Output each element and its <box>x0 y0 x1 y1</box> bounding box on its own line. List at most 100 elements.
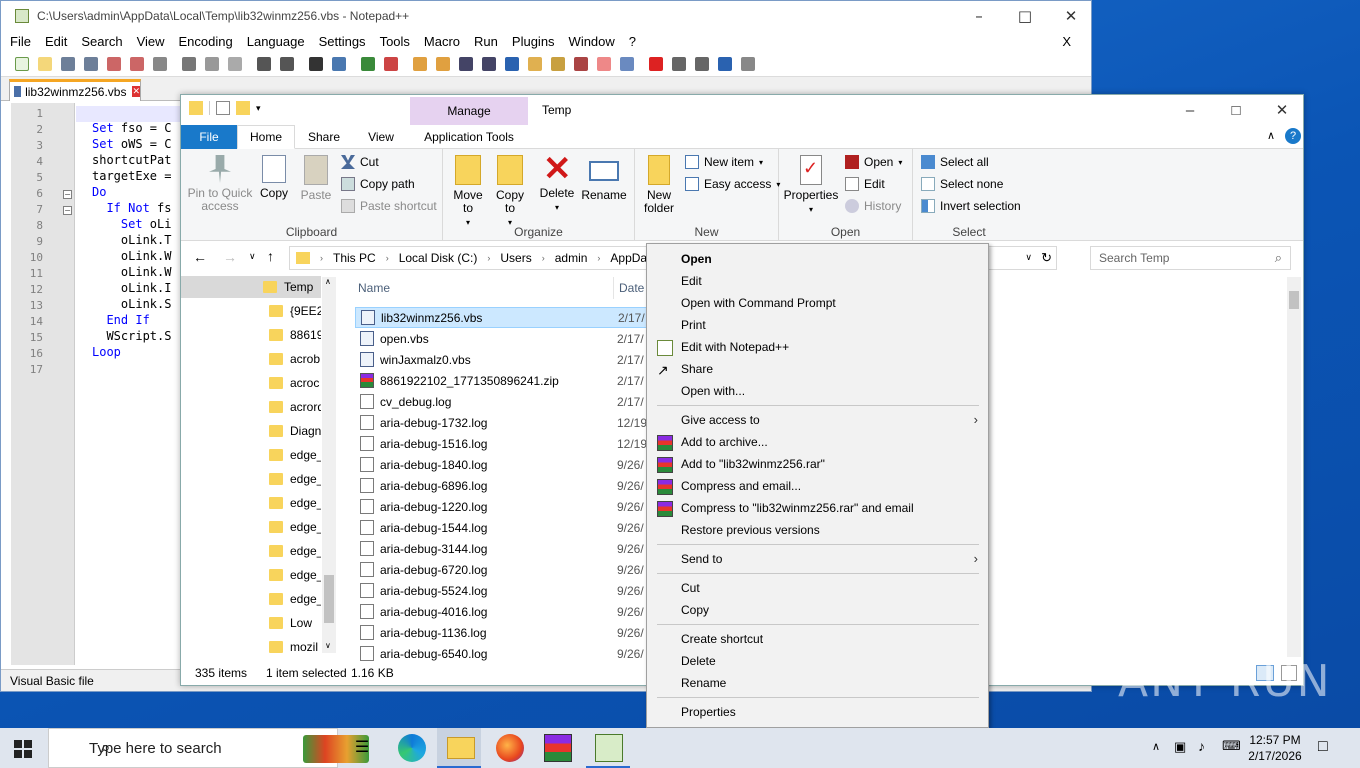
file-row[interactable]: aria-debug-1220.log 9/26/ <box>355 496 647 517</box>
udl-icon[interactable] <box>528 56 542 71</box>
close-all-icon[interactable] <box>130 56 144 71</box>
ctx-cut[interactable]: Cut <box>681 577 700 599</box>
start-button[interactable] <box>14 740 32 758</box>
new-file-icon[interactable] <box>15 56 29 71</box>
tab-file[interactable]: File <box>181 125 237 149</box>
explorer-close-button[interactable]: ✕ <box>1259 95 1305 125</box>
rename-button[interactable]: Rename <box>581 155 627 202</box>
ctx-share[interactable]: Share <box>681 358 713 380</box>
file-row[interactable]: aria-debug-6720.log 9/26/ <box>355 559 647 580</box>
menu-window[interactable]: Window <box>569 34 615 49</box>
all-chars-icon[interactable] <box>482 56 496 71</box>
ctx-restore-versions[interactable]: Restore previous versions <box>681 519 820 541</box>
notifications-icon[interactable]: □ <box>1318 738 1328 756</box>
col-name[interactable]: Name <box>358 281 390 295</box>
file-row[interactable]: lib32winmz256.vbs 2/17/ <box>355 307 647 328</box>
folder-workspace-icon[interactable] <box>597 56 611 71</box>
redo-icon[interactable] <box>280 56 294 71</box>
history-button[interactable]: History <box>845 199 901 213</box>
ctx-create-shortcut[interactable]: Create shortcut <box>681 628 763 650</box>
sync-v-icon[interactable] <box>413 56 427 71</box>
ctx-edit[interactable]: Edit <box>681 270 702 292</box>
forward-arrow-icon[interactable]: → <box>223 249 237 265</box>
close-button[interactable]: ✕ <box>1048 1 1094 31</box>
invert-selection-button[interactable]: Invert selection <box>921 199 1021 213</box>
menu-plugins[interactable]: Plugins <box>512 34 555 49</box>
manage-context-tab[interactable]: Manage <box>410 97 528 125</box>
tab-view[interactable]: View <box>356 125 406 149</box>
qat-dropdown-icon[interactable]: ▾ <box>256 103 261 114</box>
nav-scroll-up-icon[interactable]: ∧ <box>325 277 331 286</box>
new-item-button[interactable]: New item ▾ <box>685 155 763 169</box>
tray-overflow-icon[interactable]: ∧ <box>1152 740 1160 753</box>
file-row[interactable]: winJaxmalz0.vbs 2/17/ <box>355 349 647 370</box>
nav-item[interactable]: acroc <box>269 372 321 394</box>
menu-settings[interactable]: Settings <box>319 34 366 49</box>
copy-button[interactable]: Copy <box>257 155 291 200</box>
sync-h-icon[interactable] <box>436 56 450 71</box>
close-document-x[interactable]: X <box>1062 34 1071 49</box>
file-row[interactable]: aria-debug-4016.log 9/26/ <box>355 601 647 622</box>
menu-view[interactable]: View <box>137 34 165 49</box>
copy-path-button[interactable]: Copy path <box>341 177 415 191</box>
winrar-icon[interactable] <box>544 734 572 762</box>
fold-toggle-icon[interactable]: − <box>63 190 72 199</box>
collapse-ribbon-icon[interactable]: ∧ <box>1267 129 1275 142</box>
save-all-icon[interactable] <box>84 56 98 71</box>
ctx-open-cmd[interactable]: Open with Command Prompt <box>681 292 836 314</box>
wrap-icon[interactable] <box>459 56 473 71</box>
menu-macro[interactable]: Macro <box>424 34 460 49</box>
edit-button[interactable]: Edit <box>845 177 885 191</box>
file-row[interactable]: aria-debug-1732.log 12/19 <box>355 412 647 433</box>
doc-map-icon[interactable] <box>551 56 565 71</box>
select-all-button[interactable]: Select all <box>921 155 989 169</box>
properties-button[interactable]: ✓ Properties ▾ <box>783 155 839 216</box>
save-icon[interactable] <box>61 56 75 71</box>
ctx-send-to[interactable]: Send to <box>681 548 722 570</box>
easy-access-button[interactable]: Easy access ▾ <box>685 177 780 191</box>
file-row[interactable]: aria-debug-1136.log 9/26/ <box>355 622 647 643</box>
ctx-properties[interactable]: Properties <box>681 701 736 723</box>
undo-icon[interactable] <box>257 56 271 71</box>
close-file-icon[interactable] <box>107 56 121 71</box>
file-scroll-thumb[interactable] <box>1289 291 1299 309</box>
menu-edit[interactable]: Edit <box>45 34 67 49</box>
cut-button[interactable]: Cut <box>341 155 379 169</box>
ctx-open-with[interactable]: Open with... <box>681 380 745 402</box>
ctx-delete[interactable]: Delete <box>681 650 716 672</box>
nav-item[interactable]: {9EE29 <box>269 300 321 322</box>
nav-item[interactable]: edge_ <box>269 564 321 586</box>
zoom-in-icon[interactable] <box>361 56 375 71</box>
properties-qat-icon[interactable] <box>216 101 230 115</box>
back-arrow-icon[interactable]: ← <box>193 249 207 265</box>
paste-shortcut-button[interactable]: Paste shortcut <box>341 199 437 213</box>
function-list-icon[interactable] <box>574 56 588 71</box>
refresh-icon[interactable]: ↻ <box>1041 250 1052 266</box>
nav-item[interactable]: edge_ <box>269 588 321 610</box>
print-icon[interactable] <box>153 56 167 71</box>
menu-help[interactable]: ? <box>629 34 636 49</box>
open-button[interactable]: Open ▾ <box>845 155 902 169</box>
breadcrumb-this-pc[interactable]: This PC <box>333 251 376 265</box>
ctx-edit-npp[interactable]: Edit with Notepad++ <box>681 336 789 358</box>
address-dropdown-icon[interactable]: ∨ <box>1025 252 1032 263</box>
save-macro-icon[interactable] <box>741 56 755 71</box>
nav-item[interactable]: edge_ <box>269 492 321 514</box>
file-row[interactable]: aria-debug-5524.log 9/26/ <box>355 580 647 601</box>
copy-to-button[interactable]: Copy to ▾ <box>491 155 529 229</box>
tab-close-icon[interactable]: ✕ <box>132 86 140 97</box>
volume-icon[interactable]: ♪ <box>1198 738 1205 754</box>
ctx-compress-rar-email[interactable]: Compress to "lib32winmz256.rar" and emai… <box>681 497 914 519</box>
breadcrumb-local-disk[interactable]: Local Disk (C:) <box>399 251 478 265</box>
nav-item[interactable]: Diagn <box>269 420 321 442</box>
menu-file[interactable]: File <box>10 34 31 49</box>
file-row[interactable]: aria-debug-1544.log 9/26/ <box>355 517 647 538</box>
tab-lib32winmz256[interactable]: lib32winmz256.vbs ✕ <box>9 79 141 101</box>
file-row[interactable]: aria-debug-6896.log 9/26/ <box>355 475 647 496</box>
firefox-icon[interactable] <box>496 734 524 762</box>
replace-icon[interactable] <box>332 56 346 71</box>
cut-icon[interactable] <box>182 56 196 71</box>
select-none-button[interactable]: Select none <box>921 177 1003 191</box>
input-language-icon[interactable]: ⌨ <box>1222 738 1241 754</box>
help-icon[interactable]: ? <box>1285 128 1301 144</box>
